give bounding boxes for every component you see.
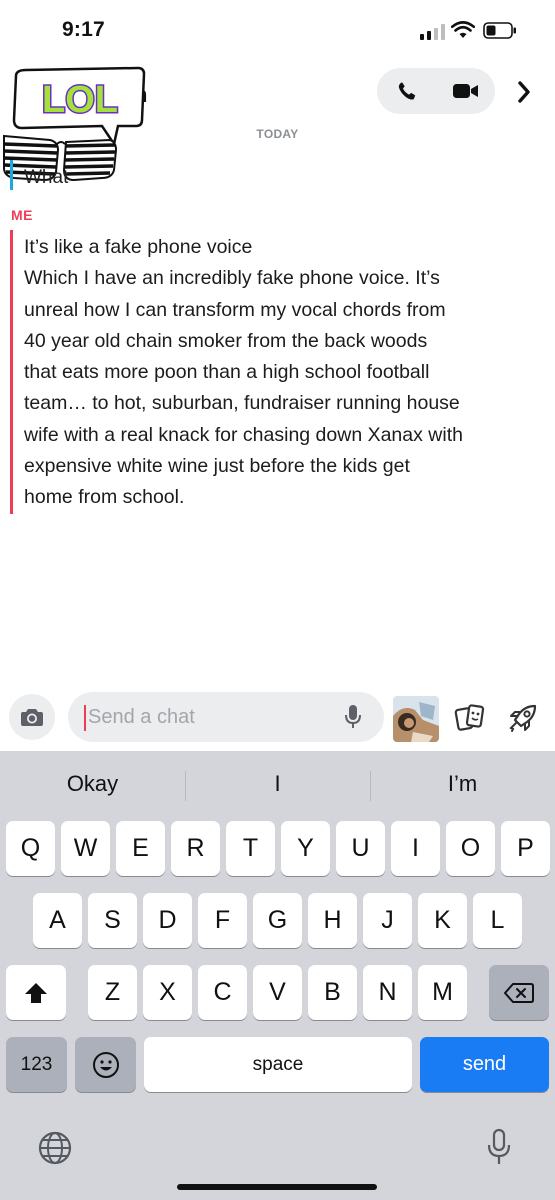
globe-icon[interactable] <box>37 1130 73 1166</box>
key-v[interactable]: V <box>253 965 302 1020</box>
suggestion-1[interactable]: Okay <box>0 751 185 817</box>
lol-sticker-text: LOL <box>42 79 118 121</box>
rocket-icon <box>509 704 537 732</box>
microphone-icon[interactable] <box>344 704 362 730</box>
key-u[interactable]: U <box>336 821 385 876</box>
key-q[interactable]: Q <box>6 821 55 876</box>
key-d[interactable]: D <box>143 893 192 948</box>
message-line: expensive white wine just before the kid… <box>24 455 410 478</box>
shift-key[interactable] <box>6 965 66 1020</box>
numbers-key[interactable]: 123 <box>6 1037 67 1092</box>
message-line: home from school. <box>24 486 185 509</box>
home-indicator[interactable] <box>177 1184 377 1190</box>
key-s[interactable]: S <box>88 893 137 948</box>
message-line: It’s like a fake phone voice <box>24 236 253 258</box>
emoji-key[interactable] <box>75 1037 136 1092</box>
cellular-signal-icon <box>420 24 446 40</box>
battery-icon <box>483 22 516 39</box>
me-message-bar <box>10 230 13 514</box>
date-separator: TODAY <box>256 127 299 141</box>
chat-field[interactable] <box>68 692 384 742</box>
key-c[interactable]: C <box>198 965 247 1020</box>
key-r[interactable]: R <box>171 821 220 876</box>
message-line: team… to hot, suburban, fundraiser runni… <box>24 392 460 415</box>
cards-icon <box>454 704 485 731</box>
key-i[interactable]: I <box>391 821 440 876</box>
status-time: 9:17 <box>62 18 105 41</box>
camera-button[interactable] <box>9 694 55 740</box>
wifi-icon <box>451 21 475 38</box>
my-message[interactable]: It’s like a fake phone voice Which I hav… <box>24 232 549 514</box>
phone-icon <box>398 82 415 100</box>
shift-arrow-icon <box>25 982 47 1003</box>
emoji-icon <box>92 1051 119 1078</box>
key-a[interactable]: A <box>33 893 82 948</box>
key-t[interactable]: T <box>226 821 275 876</box>
key-f[interactable]: F <box>198 893 247 948</box>
text-caret <box>84 705 86 731</box>
message-line: that eats more poon than a high school f… <box>24 361 430 384</box>
call-buttons-group <box>377 68 495 114</box>
camera-icon <box>21 709 43 726</box>
key-m[interactable]: M <box>418 965 467 1020</box>
key-z[interactable]: Z <box>88 965 137 1020</box>
key-k[interactable]: K <box>418 893 467 948</box>
cards-button[interactable] <box>450 700 490 736</box>
video-call-button[interactable] <box>436 68 495 114</box>
message-line: Which I have an incredibly fake phone vo… <box>24 267 440 290</box>
key-b[interactable]: B <box>308 965 357 1020</box>
chat-details-button[interactable] <box>512 76 536 108</box>
keyboard: Okay I I’m Q W E R T Y U I O P A S D F G… <box>0 751 555 1200</box>
bitmoji-sticker-button[interactable] <box>393 696 439 742</box>
backspace-icon <box>504 982 534 1003</box>
backspace-key[interactable] <box>489 965 549 1020</box>
voice-call-button[interactable] <box>377 68 436 114</box>
space-key[interactable]: space <box>144 1037 412 1092</box>
message-line: 40 year old chain smoker from the back w… <box>24 329 428 352</box>
suggestion-3[interactable]: I’m <box>370 751 555 817</box>
key-w[interactable]: W <box>61 821 110 876</box>
friend-message-bar <box>10 160 13 190</box>
chevron-right-icon <box>518 81 530 103</box>
me-sender-label: ME <box>11 207 33 223</box>
message-line: wife with a real knack for chasing down … <box>24 423 463 446</box>
chat-input[interactable] <box>88 692 328 742</box>
key-h[interactable]: H <box>308 893 357 948</box>
chat-header: n LOL <box>0 60 555 146</box>
key-j[interactable]: J <box>363 893 412 948</box>
key-x[interactable]: X <box>143 965 192 1020</box>
chat-input-bar <box>0 686 555 750</box>
games-button[interactable] <box>503 700 543 736</box>
key-l[interactable]: L <box>473 893 522 948</box>
key-n[interactable]: N <box>363 965 412 1020</box>
friend-message[interactable]: What <box>24 167 68 189</box>
suggestion-2[interactable]: I <box>185 751 370 817</box>
key-g[interactable]: G <box>253 893 302 948</box>
status-bar: 9:17 <box>0 0 555 60</box>
message-line: unreal how I can transform my vocal chor… <box>24 298 446 321</box>
key-o[interactable]: O <box>446 821 495 876</box>
dictation-mic-icon[interactable] <box>486 1128 512 1168</box>
key-p[interactable]: P <box>501 821 550 876</box>
send-key[interactable]: send <box>420 1037 549 1092</box>
key-y[interactable]: Y <box>281 821 330 876</box>
key-e[interactable]: E <box>116 821 165 876</box>
video-icon <box>452 84 478 98</box>
